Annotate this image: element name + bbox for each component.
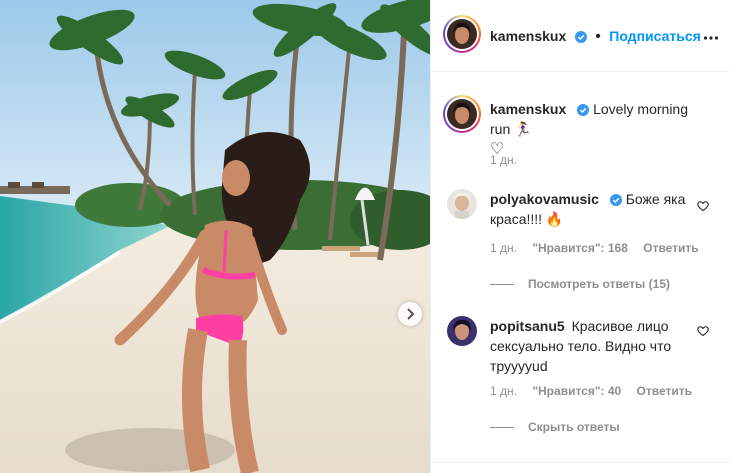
comment-avatar-image — [447, 316, 477, 346]
comment-avatar[interactable] — [447, 316, 477, 346]
separator-dot: • — [595, 28, 601, 45]
caption-text: kamenskux Lovely morning run 🏃‍♀️ ♡ — [490, 99, 690, 160]
comment-username[interactable]: popitsanu5 — [490, 318, 565, 334]
replies-divider — [490, 283, 514, 285]
author-username[interactable]: kamenskux — [490, 28, 566, 44]
view-replies-button[interactable]: Посмотреть ответы (15) — [490, 277, 670, 291]
verified-badge-icon — [574, 31, 587, 43]
verified-badge-icon — [609, 194, 622, 206]
beach-photo-illustration — [0, 0, 430, 473]
panel-divider — [431, 462, 730, 463]
follow-button[interactable]: Подписаться — [609, 28, 701, 44]
comment-likes-count[interactable]: "Нравится": 40 — [532, 384, 621, 398]
comment-meta: 1 дн. "Нравится": 168 Ответить — [490, 241, 711, 255]
more-options-icon — [703, 36, 719, 40]
hide-replies-button[interactable]: Скрыть ответы — [490, 420, 620, 434]
caption-avatar[interactable] — [443, 95, 481, 133]
comment-avatar[interactable] — [447, 189, 477, 219]
heart-outline-icon — [697, 326, 709, 337]
caption-meta: 1 дн. — [490, 153, 529, 167]
comment-text: polyakovamusic Боже яка краса!!!! 🔥 — [490, 189, 690, 229]
more-options-button[interactable] — [703, 26, 719, 47]
replies-divider — [490, 426, 514, 428]
post-photo — [0, 0, 430, 473]
author-avatar[interactable] — [443, 15, 481, 53]
comment-meta: 1 дн. "Нравится": 40 Ответить — [490, 384, 704, 398]
comment-time: 1 дн. — [490, 241, 517, 255]
caption-username[interactable]: kamenskux — [490, 101, 566, 117]
caption-avatar-image — [447, 99, 477, 129]
chevron-right-icon — [407, 308, 415, 320]
comment-likes-count[interactable]: "Нравится": 168 — [532, 241, 628, 255]
caption-time: 1 дн. — [490, 153, 517, 167]
reply-button[interactable]: Ответить — [637, 384, 692, 398]
author-avatar-image — [447, 19, 477, 49]
post-header-meta: kamenskux • Подписаться — [490, 28, 701, 46]
comment-avatar-image — [447, 189, 477, 219]
comment-text: popitsanu5 Красивое лицо сексуально тело… — [490, 316, 690, 376]
hide-replies-label: Скрыть ответы — [528, 420, 620, 434]
view-replies-label: Посмотреть ответы (15) — [528, 277, 670, 291]
like-comment-button[interactable] — [697, 324, 709, 342]
post-header: kamenskux • Подписаться — [431, 0, 730, 72]
verified-badge-icon — [577, 104, 590, 116]
heart-outline-icon — [697, 201, 709, 212]
comment-username[interactable]: polyakovamusic — [490, 191, 599, 207]
next-photo-button[interactable] — [398, 302, 422, 326]
post-side-panel: kamenskux • Подписаться kamenskux Lovely… — [430, 0, 730, 473]
reply-button[interactable]: Ответить — [643, 241, 698, 255]
comment-time: 1 дн. — [490, 384, 517, 398]
like-comment-button[interactable] — [697, 199, 709, 217]
